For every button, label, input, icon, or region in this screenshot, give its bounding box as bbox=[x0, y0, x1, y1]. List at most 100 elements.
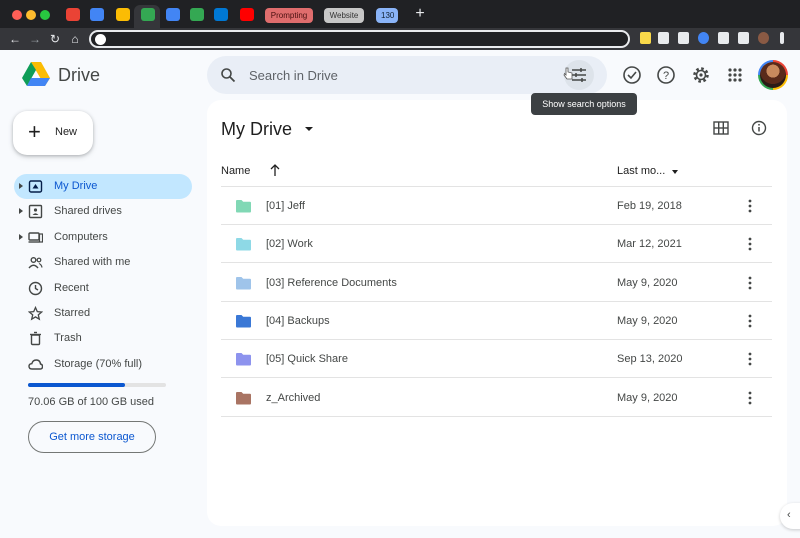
puzzle-icon[interactable] bbox=[718, 32, 729, 44]
sidebar-item-starred[interactable]: Starred bbox=[14, 301, 192, 326]
sidebar-item-shared-drives[interactable]: Shared drives bbox=[14, 199, 192, 224]
storage-progress-fill bbox=[28, 383, 125, 387]
storage-usage-text: 70.06 GB of 100 GB used bbox=[28, 396, 154, 408]
expand-arrow-icon[interactable] bbox=[19, 208, 23, 214]
apps-grid-icon[interactable] bbox=[725, 65, 745, 85]
file-row[interactable]: [02] Work Mar 12, 2021 bbox=[221, 225, 772, 264]
drive-icon[interactable] bbox=[141, 8, 155, 21]
info-icon[interactable] bbox=[751, 120, 767, 136]
drive-page: Drive ? bbox=[0, 50, 800, 538]
search-input[interactable] bbox=[249, 56, 549, 94]
expand-arrow-icon[interactable] bbox=[19, 234, 23, 240]
sidebar-item-label: My Drive bbox=[54, 180, 98, 192]
more-actions-icon[interactable] bbox=[744, 313, 756, 329]
tab-group-prompting[interactable]: Prompting bbox=[265, 8, 313, 23]
account-avatar[interactable] bbox=[758, 60, 788, 90]
my-drive-icon bbox=[28, 180, 43, 193]
trash-icon bbox=[30, 331, 41, 346]
file-name: [05] Quick Share bbox=[266, 353, 348, 366]
folder-icon bbox=[236, 200, 251, 213]
extension-icon[interactable] bbox=[698, 32, 709, 44]
more-actions-icon[interactable] bbox=[744, 236, 756, 252]
new-button[interactable]: + New bbox=[13, 111, 93, 155]
file-modified-date: May 9, 2020 bbox=[617, 276, 678, 289]
new-button-label: New bbox=[55, 126, 78, 138]
file-row[interactable]: [03] Reference Documents May 9, 2020 bbox=[221, 264, 772, 302]
help-icon[interactable]: ? bbox=[656, 65, 676, 85]
chevron-down-icon[interactable] bbox=[305, 127, 313, 131]
sidebar-item-trash[interactable]: Trash bbox=[14, 326, 192, 351]
more-actions-icon[interactable] bbox=[744, 351, 756, 367]
grid-layout-icon[interactable] bbox=[713, 121, 729, 135]
ready-for-offline-icon[interactable] bbox=[622, 65, 642, 85]
sidebar-item-recent[interactable]: Recent bbox=[14, 276, 192, 301]
get-more-storage-button[interactable]: Get more storage bbox=[28, 421, 156, 453]
sidebar-item-shared-with-me[interactable]: Shared with me bbox=[14, 250, 192, 275]
sidebar-item-my-drive[interactable]: My Drive bbox=[14, 174, 192, 199]
docs-icon[interactable] bbox=[166, 8, 180, 21]
sidebar-item-storage-70-full[interactable]: Storage (70% full) bbox=[14, 352, 192, 377]
shared-drives-icon bbox=[28, 204, 43, 219]
sidebar-icon[interactable] bbox=[738, 32, 749, 44]
sheets-icon[interactable] bbox=[190, 8, 204, 21]
folder-icon bbox=[236, 314, 251, 328]
settings-gear-icon[interactable] bbox=[691, 65, 711, 85]
shared-with-me-icon bbox=[28, 257, 43, 269]
file-modified-date: Sep 13, 2020 bbox=[617, 353, 683, 366]
folder-icon bbox=[236, 353, 251, 366]
search-icon[interactable] bbox=[220, 67, 236, 83]
home-icon[interactable]: ⌂ bbox=[68, 31, 82, 47]
close-window-button[interactable] bbox=[12, 10, 22, 20]
expand-arrow-icon[interactable] bbox=[19, 183, 23, 189]
kebab-menu-icon[interactable] bbox=[780, 32, 784, 44]
sidebar-item-computers[interactable]: Computers bbox=[14, 225, 192, 250]
file-row[interactable]: [04] Backups May 9, 2020 bbox=[221, 302, 772, 340]
star-icon bbox=[28, 306, 43, 321]
drive-logo-icon bbox=[22, 62, 50, 86]
google-icon bbox=[95, 34, 106, 45]
file-row[interactable]: [05] Quick Share Sep 13, 2020 bbox=[221, 340, 772, 379]
column-header-name[interactable]: Name bbox=[221, 165, 250, 177]
gmail-icon[interactable] bbox=[66, 8, 80, 21]
more-actions-icon[interactable] bbox=[744, 198, 756, 214]
outlook-icon[interactable] bbox=[214, 8, 228, 21]
calendar-icon[interactable] bbox=[90, 8, 104, 21]
tab-group-count[interactable]: 130 bbox=[376, 8, 398, 23]
file-name: [04] Backups bbox=[266, 314, 330, 327]
forward-icon[interactable]: → bbox=[28, 31, 42, 47]
file-name: [02] Work bbox=[266, 238, 313, 251]
maximize-window-button[interactable] bbox=[40, 10, 50, 20]
extension-icon[interactable] bbox=[678, 32, 689, 44]
hand-cursor-icon bbox=[563, 67, 573, 80]
sidebar-item-label: Recent bbox=[54, 282, 89, 294]
column-header-last-modified[interactable]: Last mo... bbox=[617, 165, 665, 177]
svg-text:?: ? bbox=[663, 70, 669, 82]
file-name: [01] Jeff bbox=[266, 200, 305, 212]
computers-icon bbox=[28, 232, 43, 243]
extension-icon[interactable] bbox=[640, 32, 651, 44]
plus-icon: + bbox=[28, 119, 41, 144]
address-bar[interactable] bbox=[89, 30, 630, 48]
file-modified-date: Feb 19, 2018 bbox=[617, 200, 682, 212]
cloud-icon bbox=[28, 359, 43, 370]
extension-icon[interactable] bbox=[658, 32, 669, 44]
sidebar-item-label: Shared with me bbox=[54, 256, 131, 268]
file-name: [03] Reference Documents bbox=[266, 276, 397, 289]
youtube-icon[interactable] bbox=[240, 8, 254, 21]
chevron-down-icon[interactable] bbox=[672, 170, 678, 174]
minimize-window-button[interactable] bbox=[26, 10, 36, 20]
profile-avatar[interactable] bbox=[758, 32, 769, 44]
sort-up-arrow-icon[interactable] bbox=[269, 163, 281, 177]
new-tab-button[interactable]: + bbox=[413, 6, 427, 22]
more-actions-icon[interactable] bbox=[744, 390, 756, 406]
show-side-panel-button[interactable]: ‹ bbox=[780, 503, 800, 529]
tab-group-website[interactable]: Website bbox=[324, 8, 364, 23]
reload-icon[interactable]: ↻ bbox=[48, 31, 62, 47]
page-title[interactable]: My Drive bbox=[221, 119, 292, 140]
keep-icon[interactable] bbox=[116, 8, 130, 21]
file-name: z_Archived bbox=[266, 391, 321, 404]
file-row[interactable]: z_Archived May 9, 2020 bbox=[221, 379, 772, 417]
more-actions-icon[interactable] bbox=[744, 275, 756, 291]
back-icon[interactable]: ← bbox=[8, 31, 22, 47]
file-row[interactable]: [01] Jeff Feb 19, 2018 bbox=[221, 187, 772, 225]
